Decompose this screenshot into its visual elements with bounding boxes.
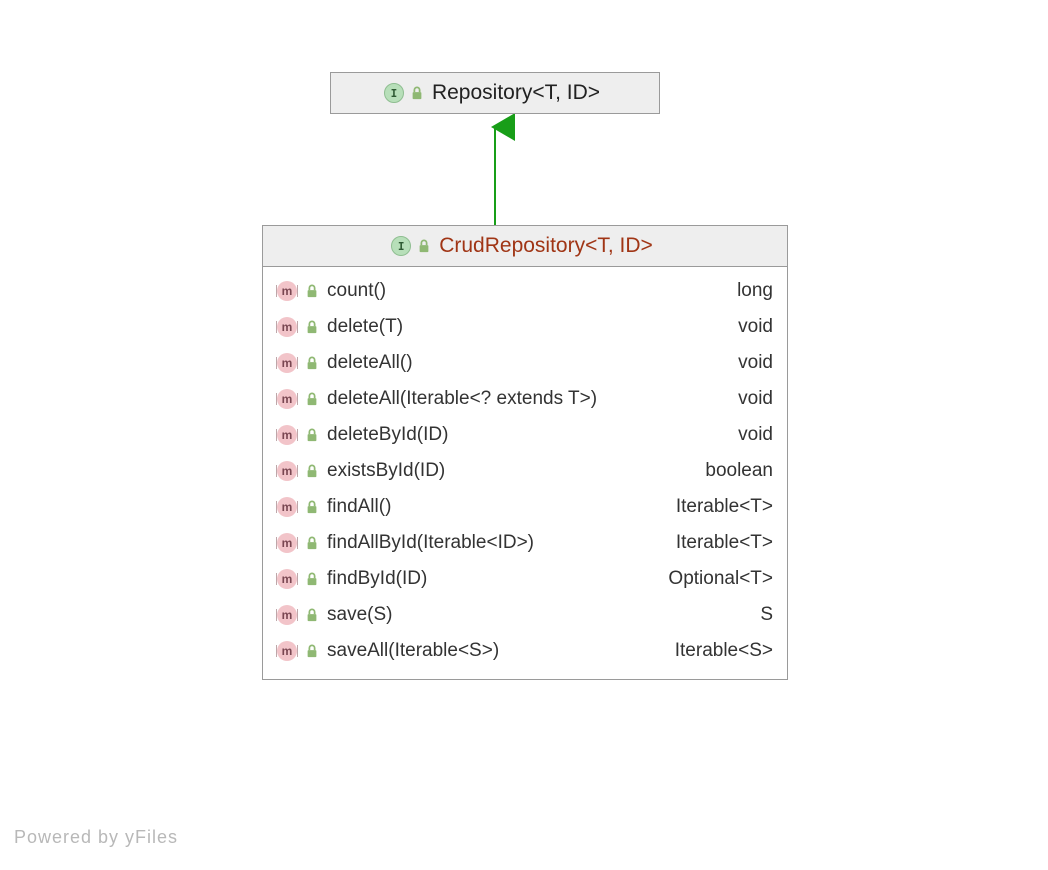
method-name: findById(ID) [327,568,427,590]
lock-icon [417,239,431,253]
method-name: delete(T) [327,316,403,338]
method-icon: m [277,353,297,373]
return-type: long [737,280,773,302]
lock-icon [305,356,319,370]
lock-icon [305,464,319,478]
return-type: Iterable<T> [676,496,773,518]
method-icon: m [277,569,297,589]
method-name: saveAll(Iterable<S>) [327,640,499,662]
return-type: void [738,388,773,410]
lock-icon [410,86,424,100]
method-name: save(S) [327,604,392,626]
method-row: m count() long [277,273,773,309]
method-icon: m [277,425,297,445]
method-icon: m [277,317,297,337]
method-row: m deleteAll(Iterable<? extends T>) void [277,381,773,417]
method-row: m findAll() Iterable<T> [277,489,773,525]
return-type: boolean [705,460,773,482]
lock-icon [305,500,319,514]
method-name: count() [327,280,386,302]
method-icon: m [277,281,297,301]
method-name: findAllById(Iterable<ID>) [327,532,534,554]
return-type: Iterable<S> [675,640,773,662]
method-icon: m [277,461,297,481]
method-name: findAll() [327,496,391,518]
method-icon: m [277,533,297,553]
lock-icon [305,608,319,622]
return-type: void [738,424,773,446]
method-name: deleteById(ID) [327,424,448,446]
lock-icon [305,428,319,442]
return-type: void [738,316,773,338]
lock-icon [305,572,319,586]
class-box-repository: I Repository<T, ID> [330,72,660,114]
lock-icon [305,320,319,334]
method-row: m existsById(ID) boolean [277,453,773,489]
method-row: m saveAll(Iterable<S>) Iterable<S> [277,633,773,669]
class-box-crudrepository: I CrudRepository<T, ID> m count() long m del… [262,225,788,680]
footer-text: Powered by yFiles [14,827,178,848]
class-header: I Repository<T, ID> [331,73,659,113]
method-name: deleteAll(Iterable<? extends T>) [327,388,597,410]
lock-icon [305,392,319,406]
method-icon: m [277,605,297,625]
lock-icon [305,644,319,658]
lock-icon [305,536,319,550]
method-row: m findById(ID) Optional<T> [277,561,773,597]
class-title: CrudRepository<T, ID> [439,234,653,258]
method-name: deleteAll() [327,352,413,374]
return-type: void [738,352,773,374]
method-name: existsById(ID) [327,460,445,482]
method-list: m count() long m delete(T) void m deleteAll() vo… [263,267,787,679]
return-type: Optional<T> [668,568,773,590]
interface-icon: I [391,236,411,256]
method-row: m delete(T) void [277,309,773,345]
interface-icon: I [384,83,404,103]
method-row: m save(S) S [277,597,773,633]
method-row: m deleteAll() void [277,345,773,381]
method-icon: m [277,641,297,661]
method-icon: m [277,389,297,409]
class-header: I CrudRepository<T, ID> [263,226,787,267]
lock-icon [305,284,319,298]
class-title: Repository<T, ID> [432,81,600,105]
method-row: m findAllById(Iterable<ID>) Iterable<T> [277,525,773,561]
method-icon: m [277,497,297,517]
method-row: m deleteById(ID) void [277,417,773,453]
return-type: Iterable<T> [676,532,773,554]
return-type: S [760,604,773,626]
